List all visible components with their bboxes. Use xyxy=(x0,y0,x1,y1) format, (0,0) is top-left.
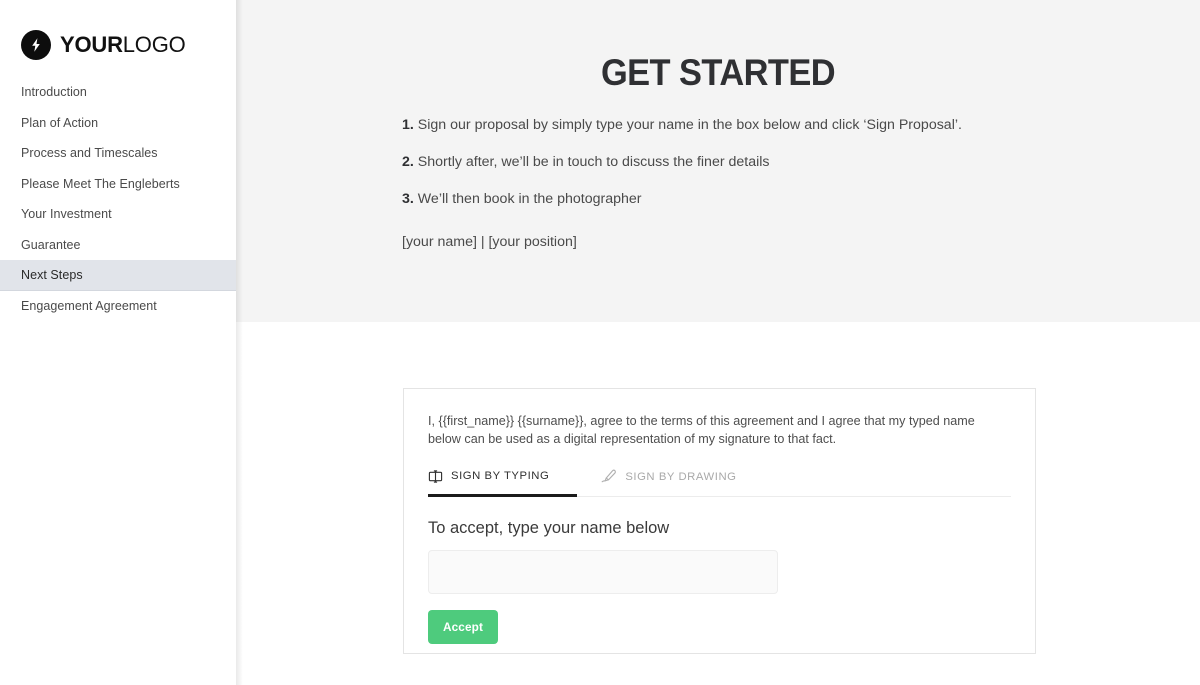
steps-list: 1. Sign our proposal by simply type your… xyxy=(236,116,1200,210)
step-text: We’ll then book in the photographer xyxy=(417,191,642,208)
logo[interactable]: YOURLOGO xyxy=(0,0,236,62)
accept-instruction-label: To accept, type your name below xyxy=(428,518,670,537)
logo-text-bold: YOUR xyxy=(60,32,123,57)
sidebar-item-guarantee[interactable]: Guarantee xyxy=(0,230,236,261)
sidebar-nav: Introduction Plan of Action Process and … xyxy=(0,77,236,321)
signature-name-input[interactable] xyxy=(428,549,778,594)
tab-sign-by-typing[interactable]: SIGN BY TYPING xyxy=(428,466,578,497)
tab-label: SIGN BY DRAWING xyxy=(625,470,737,483)
list-item: 3. We’ll then book in the photographer xyxy=(402,190,1200,209)
sidebar-item-your-investment[interactable]: Your Investment xyxy=(0,199,236,230)
signoff-text: [your name] | [your position] xyxy=(402,233,577,250)
step-number: 3. xyxy=(402,191,414,208)
accept-button[interactable]: Accept xyxy=(428,609,498,644)
lightning-bolt-icon xyxy=(21,30,51,60)
sidebar-item-engagement-agreement[interactable]: Engagement Agreement xyxy=(0,291,236,322)
pen-nib-icon xyxy=(601,469,617,484)
sidebar-item-process-and-timescales[interactable]: Process and Timescales xyxy=(0,138,236,169)
sidebar-item-please-meet-the-engleberts[interactable]: Please Meet The Engleberts xyxy=(0,169,236,200)
consent-text: I, {{first_name}} {{surname}}, agree to … xyxy=(428,414,975,446)
list-item: 2. Shortly after, we’ll be in touch to d… xyxy=(402,153,1200,172)
step-text: Shortly after, we’ll be in touch to disc… xyxy=(417,154,770,171)
hero-section: GET STARTED 1. Sign our proposal by simp… xyxy=(236,0,1200,322)
signature-card: I, {{first_name}} {{surname}}, agree to … xyxy=(403,388,1036,654)
tab-sign-by-drawing[interactable]: SIGN BY DRAWING xyxy=(601,465,736,496)
tab-label: SIGN BY TYPING xyxy=(451,470,550,483)
page-title: GET STARTED xyxy=(600,52,836,93)
sidebar-item-plan-of-action[interactable]: Plan of Action xyxy=(0,108,236,139)
sidebar-item-introduction[interactable]: Introduction xyxy=(0,77,236,108)
logo-text-light: LOGO xyxy=(122,32,186,57)
list-item: 1. Sign our proposal by simply type your… xyxy=(402,116,1200,135)
main-content: GET STARTED 1. Sign our proposal by simp… xyxy=(236,0,1200,685)
signature-tabs: SIGN BY TYPING SIGN BY DRAWING xyxy=(428,466,1011,497)
step-text: Sign our proposal by simply type your na… xyxy=(417,117,962,133)
text-cursor-box-icon xyxy=(428,469,443,484)
sidebar: YOURLOGO Introduction Plan of Action Pro… xyxy=(0,0,243,685)
sidebar-item-next-steps[interactable]: Next Steps xyxy=(0,260,236,291)
step-number: 2. xyxy=(402,154,414,171)
step-number: 1. xyxy=(402,117,414,133)
logo-text: YOURLOGO xyxy=(60,34,186,56)
